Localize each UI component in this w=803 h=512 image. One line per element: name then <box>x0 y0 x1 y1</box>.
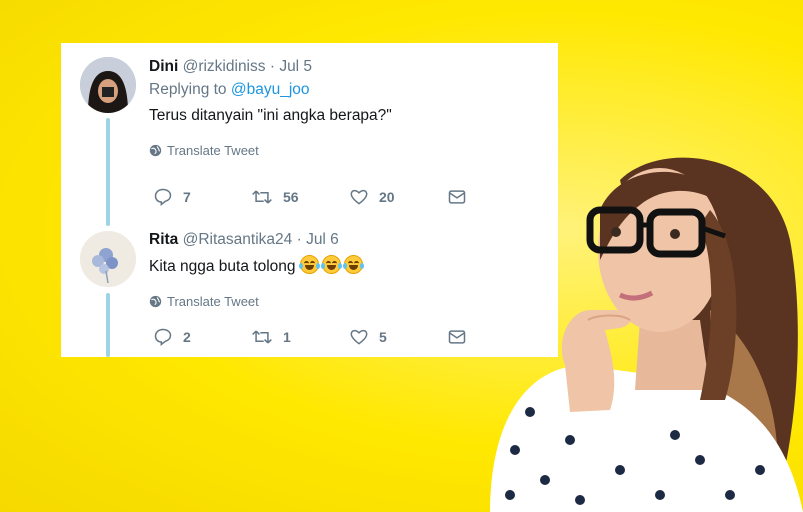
tweet-header: Rita @Ritasantika24 · Jul 6 <box>149 231 548 249</box>
tweet-text: Kita ngga buta tolong <box>149 255 548 276</box>
retweet-count: 1 <box>283 329 291 345</box>
replying-to-label: Replying to <box>149 81 227 98</box>
globe-icon <box>149 144 162 157</box>
retweet-button[interactable]: 1 <box>251 327 349 347</box>
tweet-actions: 2 1 5 <box>153 327 545 347</box>
translate-tweet-link[interactable]: Translate Tweet <box>149 143 548 158</box>
like-button[interactable]: 5 <box>349 327 447 347</box>
laughing-emoji-icon <box>320 255 342 274</box>
tweet-thread-card: Dini @rizkidiniss · Jul 5 Replying to @b… <box>61 43 558 357</box>
tweet: Rita @Ritasantika24 · Jul 6 Kita ngga bu… <box>61 223 558 357</box>
tweet-text-content: Kita ngga buta tolong <box>149 258 296 275</box>
avatar-image <box>80 231 136 287</box>
like-count: 5 <box>379 329 387 345</box>
tweet-actions: 7 56 20 <box>153 187 545 207</box>
like-button[interactable]: 20 <box>349 187 447 207</box>
like-icon <box>350 329 368 345</box>
separator-dot: · <box>296 231 302 248</box>
replying-to: Replying to @bayu_joo <box>149 81 548 99</box>
retweet-count: 56 <box>283 189 299 205</box>
reply-count: 7 <box>183 189 191 205</box>
reply-icon <box>154 328 172 347</box>
author-name[interactable]: Dini <box>149 58 178 75</box>
tweet-text: Terus ditanyain "ini angka berapa?" <box>149 107 392 124</box>
separator-dot: · <box>269 58 275 75</box>
laughing-emoji-icon <box>298 255 320 274</box>
message-icon <box>448 330 466 344</box>
author-name[interactable]: Rita <box>149 231 178 248</box>
tweet: Dini @rizkidiniss · Jul 5 Replying to @b… <box>61 43 558 218</box>
retweet-icon <box>252 190 272 204</box>
reply-count: 2 <box>183 329 191 345</box>
translate-label: Translate Tweet <box>167 294 259 309</box>
author-handle[interactable]: @Ritasantika24 <box>183 231 293 248</box>
reply-button[interactable]: 2 <box>153 327 251 347</box>
like-icon <box>350 189 368 205</box>
avatar[interactable] <box>80 231 136 287</box>
translate-label: Translate Tweet <box>167 143 259 158</box>
replying-to-handle[interactable]: @bayu_joo <box>231 81 310 98</box>
message-button[interactable] <box>447 327 545 347</box>
tweet-header: Dini @rizkidiniss · Jul 5 <box>149 58 548 76</box>
avatar[interactable] <box>80 57 136 113</box>
retweet-button[interactable]: 56 <box>251 187 349 207</box>
tweet-date[interactable]: Jul 5 <box>279 58 312 75</box>
message-icon <box>448 190 466 204</box>
retweet-icon <box>252 330 272 344</box>
like-count: 20 <box>379 189 395 205</box>
laughing-emoji-icon <box>342 255 364 274</box>
globe-icon <box>149 295 162 308</box>
translate-tweet-link[interactable]: Translate Tweet <box>149 294 548 309</box>
avatar-image <box>80 57 136 113</box>
author-handle[interactable]: @rizkidiniss <box>183 58 266 75</box>
reply-button[interactable]: 7 <box>153 187 251 207</box>
message-button[interactable] <box>447 187 545 207</box>
reply-icon <box>154 188 172 207</box>
tweet-date[interactable]: Jul 6 <box>306 231 339 248</box>
